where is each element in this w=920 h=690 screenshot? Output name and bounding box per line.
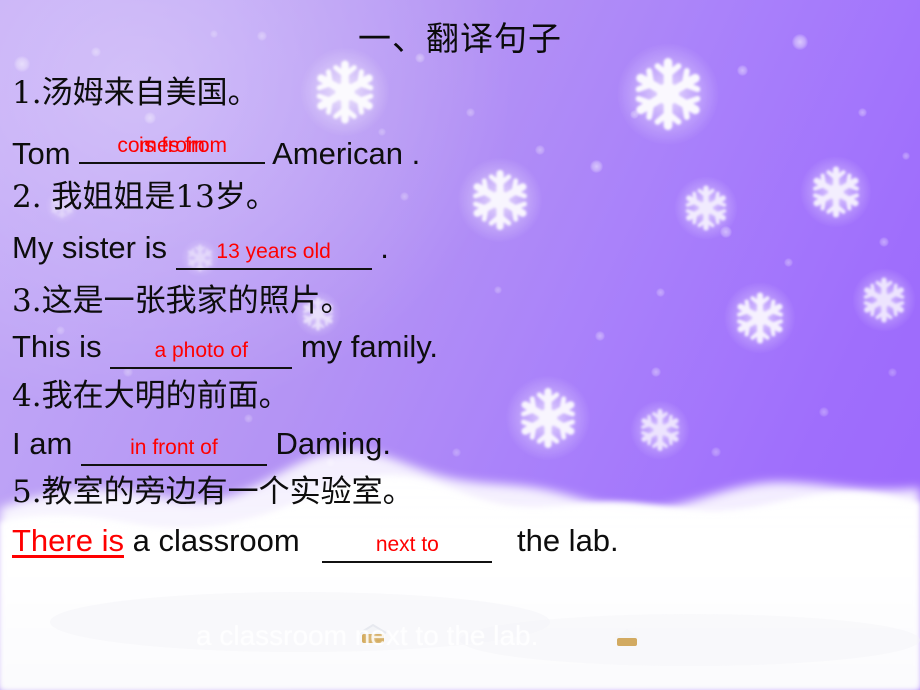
exercise-1-answer-b: is from <box>138 134 206 157</box>
exercise-2-suffix: . <box>380 230 389 265</box>
exercise-3-suffix: my family. <box>300 329 439 364</box>
exercise-1-suffix: American . <box>272 136 421 171</box>
exercise-3-blank[interactable]: a photo of <box>110 337 293 369</box>
exercise-1-blank[interactable]: comes from is from <box>79 132 266 164</box>
ghost-sentence: a classroom next to the lab. <box>196 620 539 651</box>
exercise-2-english: My sister is 13 years old . <box>12 232 389 270</box>
exercise-2-chinese: 2. 我姐姐是13岁。 <box>12 179 277 215</box>
slide-content: 一、翻译句子 1.汤姆来自美国。 Tom comes from is from … <box>0 0 920 690</box>
exercise-4-chinese: 4.我在大明的前面。 <box>12 378 290 414</box>
exercise-1-english: Tom comes from is from American . <box>12 132 420 169</box>
exercise-5-blank[interactable]: next to <box>322 531 493 563</box>
exercise-1-chinese: 1.汤姆来自美国。 <box>12 75 259 111</box>
exercise-4-suffix: Daming. <box>275 426 391 461</box>
slide-canvas: 一、翻译句子 1.汤姆来自美国。 Tom comes from is from … <box>0 0 920 690</box>
exercise-3-chinese: 3.这是一张我家的照片。 <box>12 283 352 319</box>
exercise-1-prefix: Tom <box>12 136 71 171</box>
exercise-2-prefix: My sister is <box>12 230 167 265</box>
exercise-3-english: This is a photo of my family. <box>12 331 438 369</box>
exercise-4-prefix: I am <box>12 426 73 461</box>
page-title: 一、翻译句子 <box>358 19 562 58</box>
exercise-5-suffix: the lab. <box>516 523 619 558</box>
exercise-4-english: I am in front of Daming. <box>12 428 391 466</box>
exercise-5-chinese: 5.教室的旁边有一个实验室。 <box>12 474 414 510</box>
exercise-5-prefix-red: There is <box>12 523 124 558</box>
exercise-5-prefix: a classroom <box>132 523 300 558</box>
exercise-4-blank[interactable]: in front of <box>80 434 267 466</box>
exercise-2-blank[interactable]: 13 years old <box>175 238 372 270</box>
exercise-3-prefix: This is <box>12 329 102 364</box>
exercise-5-english: There is a classroom next to the lab. <box>12 525 619 563</box>
